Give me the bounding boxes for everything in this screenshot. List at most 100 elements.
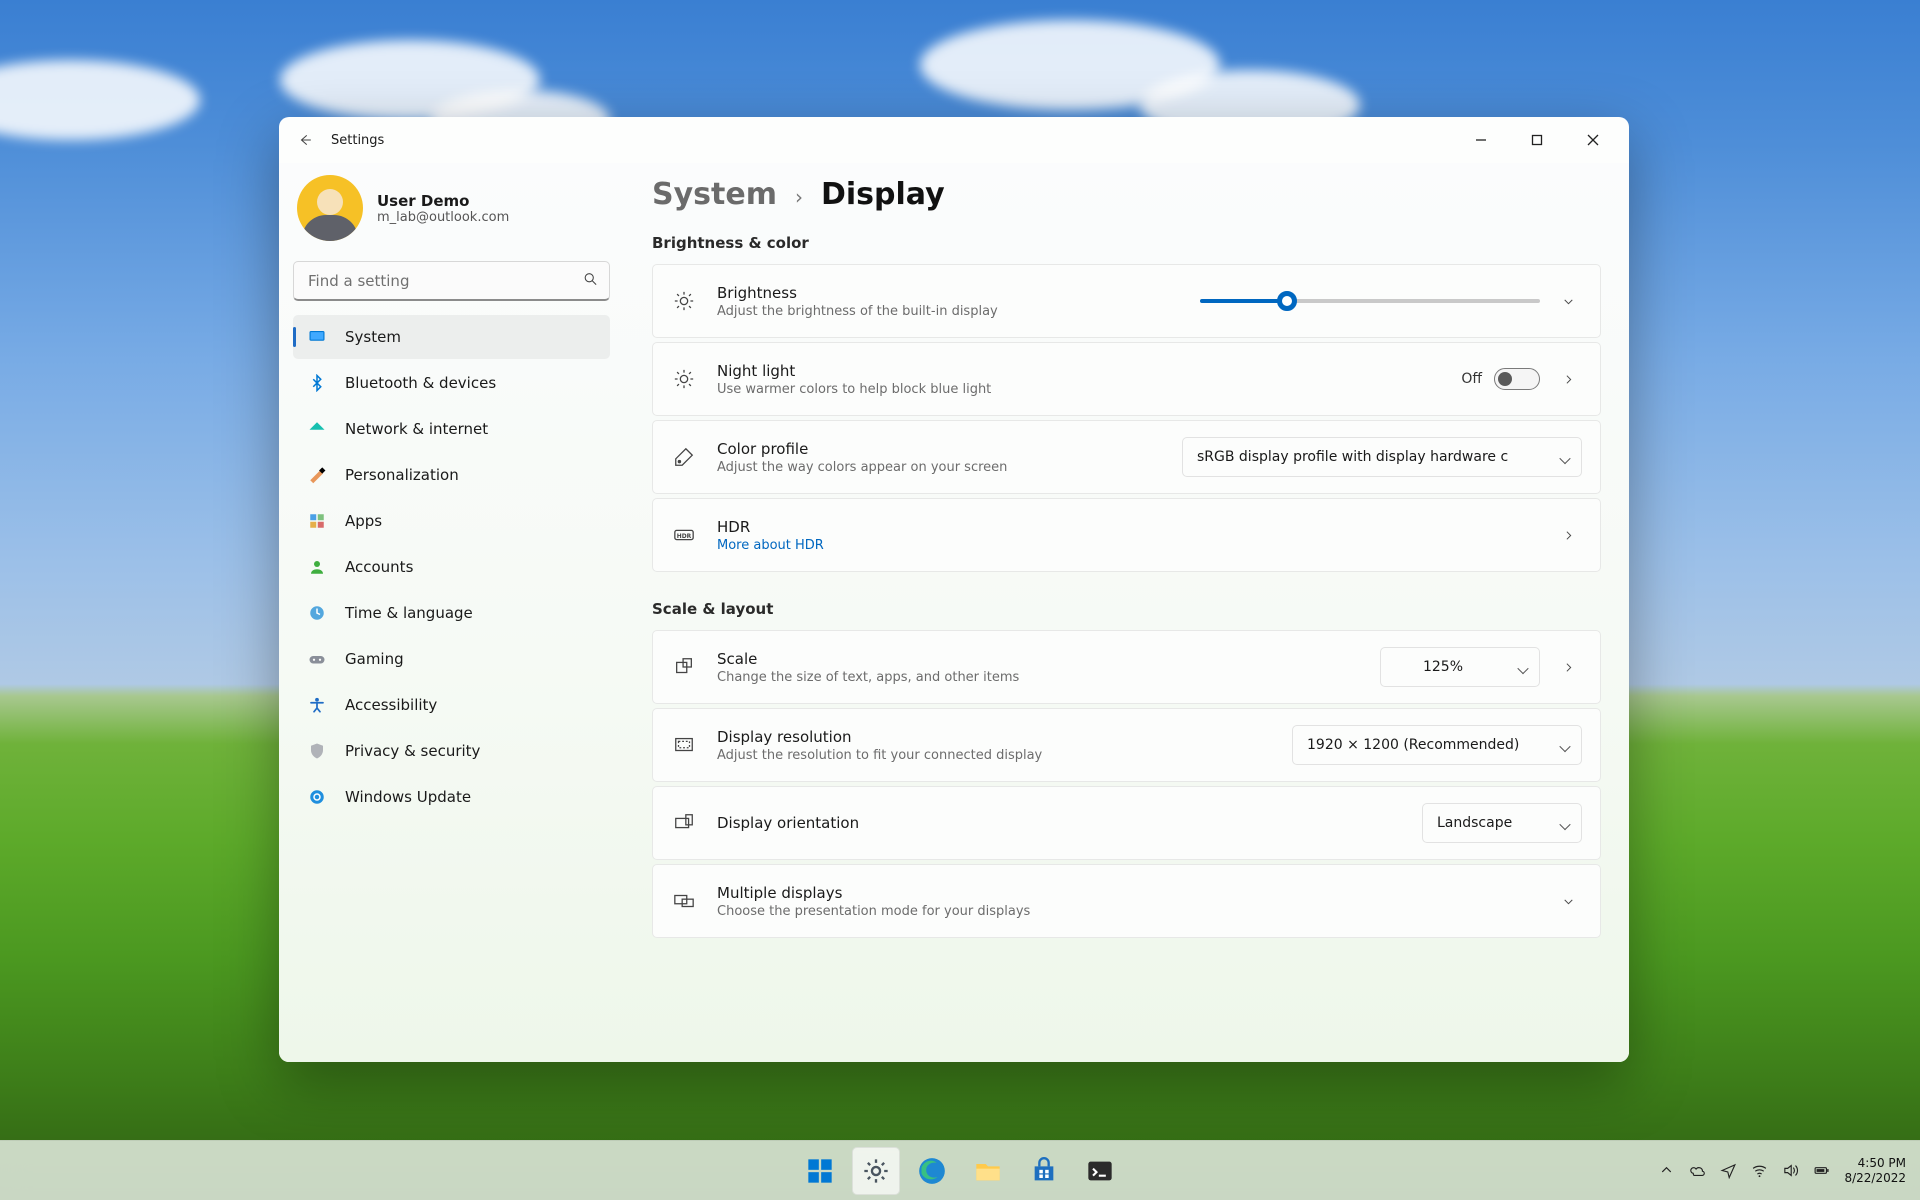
brightness-expand[interactable]: [1554, 287, 1582, 315]
card-brightness: Brightness Adjust the brightness of the …: [652, 264, 1601, 338]
personalization-icon: [307, 465, 327, 485]
color-profile-sub: Adjust the way colors appear on your scr…: [717, 460, 1162, 475]
sidebar-item-apps[interactable]: Apps: [293, 499, 610, 543]
sidebar-item-bluetooth[interactable]: Bluetooth & devices: [293, 361, 610, 405]
close-button[interactable]: [1565, 117, 1621, 163]
search-box: [293, 261, 610, 301]
hdr-title: HDR: [717, 518, 1534, 536]
night-light-nav[interactable]: [1554, 365, 1582, 393]
taskbar: 4:50 PM 8/22/2022: [0, 1140, 1920, 1200]
taskbar-start[interactable]: [796, 1147, 844, 1195]
resolution-title: Display resolution: [717, 728, 1272, 746]
scale-nav[interactable]: [1554, 653, 1582, 681]
sidebar-item-label: Accounts: [345, 558, 413, 576]
card-scale[interactable]: Scale Change the size of text, apps, and…: [652, 630, 1601, 704]
scale-dropdown[interactable]: 125%: [1380, 647, 1540, 687]
sidebar-item-label: Privacy & security: [345, 742, 480, 760]
breadcrumb: System › Display: [652, 177, 1601, 212]
breadcrumb-parent[interactable]: System: [652, 177, 777, 212]
settings-window: Settings User Demo m_lab@outlook.com: [279, 117, 1629, 1062]
taskbar-settings[interactable]: [852, 1147, 900, 1195]
bluetooth-icon: [307, 373, 327, 393]
taskbar-store[interactable]: [1020, 1147, 1068, 1195]
tray-date: 8/22/2022: [1844, 1171, 1906, 1186]
chevron-right-icon: ›: [795, 185, 803, 209]
gaming-icon: [307, 649, 327, 669]
tray-battery-icon[interactable]: [1813, 1162, 1830, 1179]
back-button[interactable]: [287, 122, 323, 158]
avatar: [297, 175, 363, 241]
tray-clock[interactable]: 4:50 PM 8/22/2022: [1844, 1156, 1912, 1186]
tray-location-icon[interactable]: [1720, 1162, 1737, 1179]
breadcrumb-current: Display: [821, 177, 945, 212]
taskbar-terminal[interactable]: [1076, 1147, 1124, 1195]
multiple-displays-icon: [671, 890, 697, 912]
sidebar-item-label: Bluetooth & devices: [345, 374, 496, 392]
sidebar-item-label: Gaming: [345, 650, 404, 668]
card-color-profile: Color profile Adjust the way colors appe…: [652, 420, 1601, 494]
sidebar-item-network[interactable]: Network & internet: [293, 407, 610, 451]
sidebar-item-system[interactable]: System: [293, 315, 610, 359]
sidebar-item-label: Personalization: [345, 466, 459, 484]
taskbar-explorer[interactable]: [964, 1147, 1012, 1195]
hdr-link[interactable]: More about HDR: [717, 538, 1534, 553]
taskbar-edge[interactable]: [908, 1147, 956, 1195]
user-display-name: User Demo: [377, 192, 509, 210]
color-profile-title: Color profile: [717, 440, 1162, 458]
section-brightness-title: Brightness & color: [652, 234, 1601, 252]
tray-time: 4:50 PM: [1844, 1156, 1906, 1171]
orientation-dropdown[interactable]: Landscape: [1422, 803, 1582, 843]
sidebar-item-time[interactable]: Time & language: [293, 591, 610, 635]
card-multiple-displays[interactable]: Multiple displays Choose the presentatio…: [652, 864, 1601, 938]
sidebar-item-accessibility[interactable]: Accessibility: [293, 683, 610, 727]
sidebar-item-label: Windows Update: [345, 788, 471, 806]
window-title: Settings: [331, 133, 384, 148]
resolution-dropdown[interactable]: 1920 × 1200 (Recommended): [1292, 725, 1582, 765]
sidebar-item-label: Time & language: [345, 604, 473, 622]
hdr-icon: HDR: [671, 524, 697, 546]
nav: System Bluetooth & devices Network & int…: [293, 315, 610, 819]
night-light-title: Night light: [717, 362, 1441, 380]
maximize-button[interactable]: [1509, 117, 1565, 163]
brightness-slider[interactable]: [1200, 299, 1540, 303]
night-light-toggle[interactable]: [1494, 368, 1540, 390]
search-input[interactable]: [293, 261, 610, 301]
accounts-icon: [307, 557, 327, 577]
brightness-sub: Adjust the brightness of the built-in di…: [717, 304, 1180, 319]
search-icon: [583, 272, 598, 291]
shield-icon: [307, 741, 327, 761]
night-light-sub: Use warmer colors to help block blue lig…: [717, 382, 1441, 397]
color-profile-dropdown[interactable]: sRGB display profile with display hardwa…: [1182, 437, 1582, 477]
sidebar-item-personalization[interactable]: Personalization: [293, 453, 610, 497]
card-orientation: Display orientation Landscape: [652, 786, 1601, 860]
update-icon: [307, 787, 327, 807]
resolution-sub: Adjust the resolution to fit your connec…: [717, 748, 1272, 763]
brightness-icon: [671, 290, 697, 312]
night-light-state: Off: [1461, 371, 1482, 387]
user-email: m_lab@outlook.com: [377, 210, 509, 225]
tray-overflow-icon[interactable]: [1658, 1162, 1675, 1179]
sidebar-item-privacy[interactable]: Privacy & security: [293, 729, 610, 773]
svg-text:HDR: HDR: [677, 533, 692, 540]
minimize-button[interactable]: [1453, 117, 1509, 163]
tray-onedrive-icon[interactable]: [1689, 1162, 1706, 1179]
multiple-expand[interactable]: [1554, 887, 1582, 915]
orientation-title: Display orientation: [717, 814, 1402, 832]
time-icon: [307, 603, 327, 623]
back-arrow-icon: [298, 133, 312, 147]
card-hdr[interactable]: HDR HDR More about HDR: [652, 498, 1601, 572]
user-block[interactable]: User Demo m_lab@outlook.com: [293, 171, 610, 259]
sidebar-item-accounts[interactable]: Accounts: [293, 545, 610, 589]
sidebar-item-label: Network & internet: [345, 420, 488, 438]
card-night-light[interactable]: Night light Use warmer colors to help bl…: [652, 342, 1601, 416]
network-icon: [307, 419, 327, 439]
tray-wifi-icon[interactable]: [1751, 1162, 1768, 1179]
orientation-icon: [671, 812, 697, 834]
system-icon: [307, 327, 327, 347]
system-tray: 4:50 PM 8/22/2022: [1658, 1141, 1912, 1200]
taskbar-center: [796, 1147, 1124, 1195]
sidebar-item-update[interactable]: Windows Update: [293, 775, 610, 819]
hdr-nav[interactable]: [1554, 521, 1582, 549]
sidebar-item-gaming[interactable]: Gaming: [293, 637, 610, 681]
tray-volume-icon[interactable]: [1782, 1162, 1799, 1179]
